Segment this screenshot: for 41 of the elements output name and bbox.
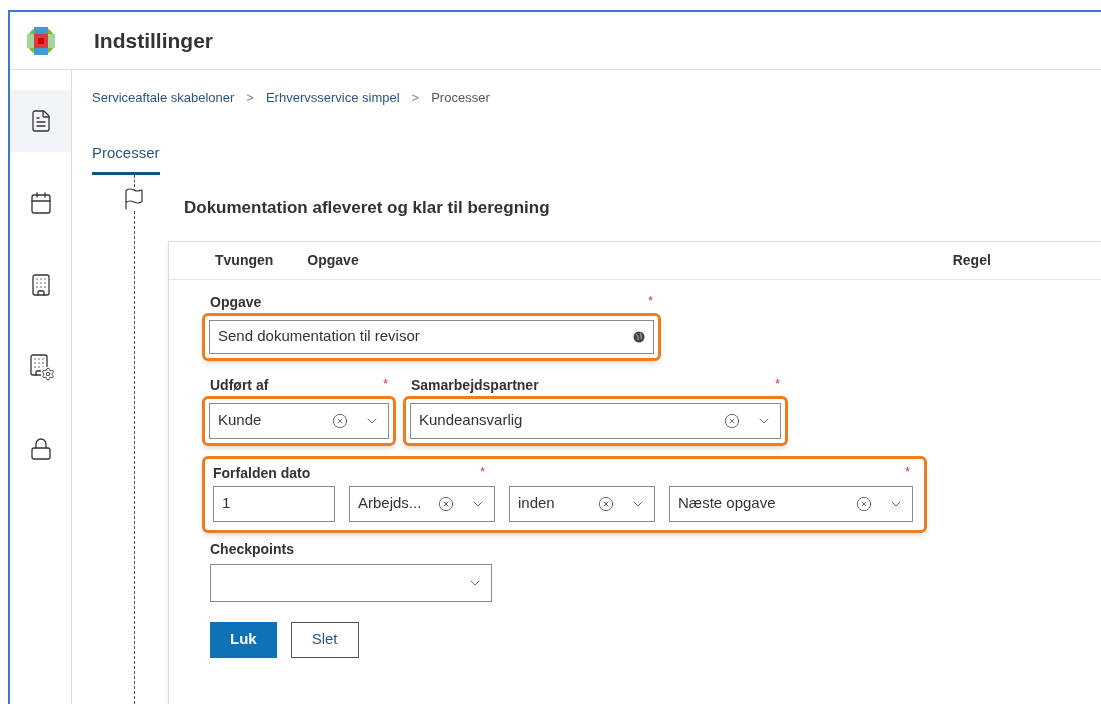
select-field[interactable]: inden <box>509 485 655 522</box>
breadcrumb-separator: > <box>245 89 255 107</box>
required-mark: * <box>775 375 780 393</box>
calendar-icon <box>28 191 53 215</box>
lock-icon <box>28 437 53 461</box>
field-label: Checkpoints <box>210 539 295 559</box>
breadcrumb-link[interactable]: Serviceaftale skabeloner <box>92 88 235 108</box>
clear-icon[interactable] <box>856 495 872 512</box>
clear-icon[interactable] <box>438 495 454 512</box>
page-title: Indstillinger <box>94 27 213 54</box>
column-header: Tvungen <box>215 250 274 270</box>
column-header: Regel <box>952 250 991 270</box>
sidebar-item[interactable] <box>10 90 71 152</box>
select-field[interactable]: Kundeansvarlig <box>410 402 781 439</box>
field-label: Udført af <box>210 375 269 395</box>
required-mark: * <box>383 375 388 393</box>
tab[interactable]: Processer <box>92 141 160 175</box>
delete-button[interactable]: Slet <box>290 621 359 658</box>
close-button[interactable]: Luk <box>210 621 277 658</box>
required-mark: * <box>905 463 910 481</box>
clear-icon[interactable] <box>724 412 740 429</box>
globe-icon <box>633 330 645 343</box>
checkpoints-select[interactable] <box>210 563 492 602</box>
breadcrumb-separator: > <box>410 89 421 107</box>
clear-icon[interactable] <box>332 412 348 429</box>
logo-icon <box>26 25 56 56</box>
select-field[interactable]: Kunde <box>209 402 389 439</box>
select-field[interactable]: Arbejds... <box>349 485 495 522</box>
task-input[interactable]: Send dokumentation til revisor <box>209 319 654 354</box>
column-header: Opgave <box>307 250 359 270</box>
field-label: Opgave <box>210 292 262 312</box>
field-label: Samarbejdspartner <box>411 375 539 395</box>
step-title: Dokumentation afleveret og klar til beregning <box>184 197 551 219</box>
flag-icon <box>122 187 146 211</box>
required-mark: * <box>480 463 485 481</box>
number-input[interactable]: 1 <box>213 485 335 522</box>
breadcrumb-link[interactable]: Erhvervsservice simpel <box>265 88 400 108</box>
clear-icon[interactable] <box>598 495 614 512</box>
field-label: Forfalden dato <box>213 463 311 483</box>
select-field[interactable]: Næste opgave <box>669 485 913 522</box>
required-mark: * <box>648 292 653 310</box>
